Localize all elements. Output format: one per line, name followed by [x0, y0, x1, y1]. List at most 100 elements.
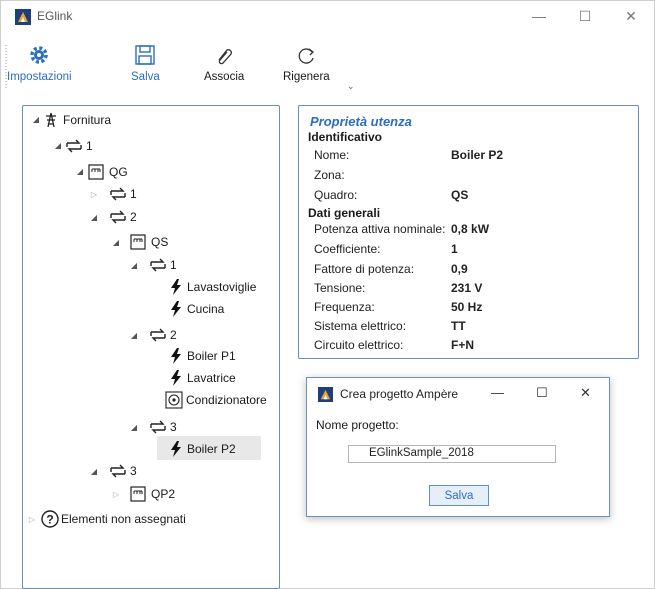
salva-label: Salva [131, 71, 160, 83]
line-arrows-icon [150, 258, 166, 272]
quadro-label: Quadro: [314, 188, 358, 202]
fattore-value: 0,9 [451, 262, 468, 276]
impostazioni-button[interactable]: Impostazioni [7, 43, 72, 83]
refresh-icon [292, 43, 320, 67]
rigenera-button[interactable]: Rigenera [283, 43, 330, 83]
expand-toggle[interactable]: ◢ [129, 261, 139, 270]
nome-label: Nome: [314, 148, 350, 162]
associa-label: Associa [204, 71, 245, 83]
expand-toggle[interactable]: ▷ [111, 490, 121, 499]
expand-toggle[interactable]: ◢ [89, 213, 99, 222]
tree-item-lavatrice[interactable]: Lavatrice [170, 369, 236, 387]
tree-item-condizionatore[interactable]: Condizionatore [165, 391, 267, 409]
tensione-label: Tensione: [314, 281, 366, 295]
fattore-label: Fattore di potenza: [314, 262, 415, 276]
tree-label: Elementi non assegnati [61, 512, 186, 526]
properties-title: Proprietà utenza [310, 114, 412, 129]
minimize-button[interactable]: — [516, 5, 562, 27]
tree-label: QG [109, 165, 128, 179]
expand-toggle[interactable]: ▷ [89, 190, 99, 199]
create-project-dialog: Crea progetto Ampère — ☐ ✕ Nome progetto… [306, 377, 610, 517]
circuito-value: F+N [451, 338, 475, 352]
tree-item-qs-line-3[interactable]: 3 [149, 418, 177, 436]
tree-label: Fornitura [63, 113, 112, 127]
tree-label: 2 [130, 210, 137, 224]
panel-board-icon [130, 486, 146, 502]
tree-label: Lavastoviglie [187, 280, 257, 294]
expand-toggle[interactable]: ◢ [129, 331, 139, 340]
frequenza-label: Frequenza: [314, 300, 375, 314]
tree-item-lavastoviglie[interactable]: Lavastoviglie [170, 278, 256, 296]
zona-label: Zona: [314, 168, 345, 182]
tree-label: Cucina [187, 302, 225, 316]
toolbar-overflow-caret[interactable]: ⌄ [347, 81, 355, 92]
dialog-save-button[interactable]: Salva [429, 485, 489, 506]
tree-item-cucina[interactable]: Cucina [170, 300, 224, 318]
tree-item-unassigned[interactable]: ? Elementi non assegnati [41, 510, 186, 528]
gear-icon [25, 43, 53, 67]
tree-label: 2 [170, 328, 177, 342]
save-icon [131, 43, 159, 67]
expand-toggle[interactable]: ◢ [89, 467, 99, 476]
window-title: EGlink [37, 9, 73, 23]
nome-value: Boiler P2 [451, 148, 504, 162]
tree-item-line-1[interactable]: 1 [65, 137, 93, 155]
line-arrows-icon [110, 464, 126, 478]
line-arrows-icon [150, 420, 166, 434]
rigenera-label: Rigenera [283, 71, 330, 83]
frequenza-value: 50 Hz [451, 300, 483, 314]
tree-item-qs-line-1[interactable]: 1 [149, 256, 177, 274]
expand-toggle[interactable]: ◢ [111, 238, 121, 247]
impostazioni-label: Impostazioni [7, 71, 72, 83]
circuito-label: Circuito elettrico: [314, 338, 404, 352]
tree-label: QP2 [151, 487, 176, 501]
lightning-icon [171, 441, 181, 457]
tree-item-qg-line-2[interactable]: 2 [109, 208, 137, 226]
coefficiente-value: 1 [451, 242, 458, 256]
expand-toggle[interactable]: ▷ [27, 515, 37, 524]
tree-label: 1 [86, 139, 93, 153]
project-name-input[interactable]: EGlinkSample_2018 [348, 445, 556, 463]
air-conditioner-icon [165, 391, 183, 409]
quadro-value: QS [451, 188, 469, 202]
tree-label: 1 [130, 187, 137, 201]
associa-button[interactable]: Associa [204, 43, 244, 83]
lightning-icon [171, 301, 181, 317]
salva-button[interactable]: Salva [131, 43, 160, 83]
dialog-title: Crea progetto Ampère [340, 387, 459, 401]
tree-item-boiler-p1[interactable]: Boiler P1 [170, 347, 236, 365]
line-arrows-icon [66, 139, 82, 153]
close-button[interactable]: ✕ [608, 5, 654, 27]
pylon-icon [46, 112, 56, 128]
tree-item-qg-line-1[interactable]: 1 [109, 185, 137, 203]
dialog-maximize-button[interactable]: ☐ [536, 385, 548, 401]
tree-label: Lavatrice [187, 371, 236, 385]
tree-label: 3 [170, 420, 177, 434]
panel-board-icon [130, 234, 146, 250]
section-dati-generali: Dati generali [308, 206, 381, 220]
expand-toggle[interactable]: ◢ [129, 423, 139, 432]
dialog-close-button[interactable]: ✕ [580, 385, 591, 401]
line-arrows-icon [150, 328, 166, 342]
tree-item-qg[interactable]: QG [88, 163, 128, 181]
tree-label: Boiler P2 [187, 442, 236, 456]
tree-item-fornitura[interactable]: Fornitura [43, 111, 111, 129]
tree-label: Condizionatore [186, 393, 267, 407]
tree-label: QS [151, 235, 169, 249]
app-logo-icon [15, 9, 31, 25]
dialog-minimize-button[interactable]: — [491, 385, 504, 400]
tree-label: Boiler P1 [187, 349, 236, 363]
tensione-value: 231 V [451, 281, 483, 295]
tree-item-boiler-p2[interactable]: Boiler P2 [170, 440, 236, 458]
main-window: EGlink — ☐ ✕ Impostazioni Salva Associa … [0, 0, 655, 589]
tree-item-qp2[interactable]: QP2 [130, 485, 175, 503]
coefficiente-label: Coefficiente: [314, 242, 381, 256]
tree-item-qs[interactable]: QS [130, 233, 168, 251]
tree-item-line-3[interactable]: 3 [109, 462, 137, 480]
tree-item-qs-line-2[interactable]: 2 [149, 326, 177, 344]
expand-toggle[interactable]: ◢ [31, 115, 41, 124]
expand-toggle[interactable]: ◢ [53, 141, 63, 150]
toolbar: Impostazioni Salva Associa Rigenera [1, 31, 654, 95]
expand-toggle[interactable]: ◢ [75, 167, 85, 176]
maximize-button[interactable]: ☐ [562, 5, 608, 27]
